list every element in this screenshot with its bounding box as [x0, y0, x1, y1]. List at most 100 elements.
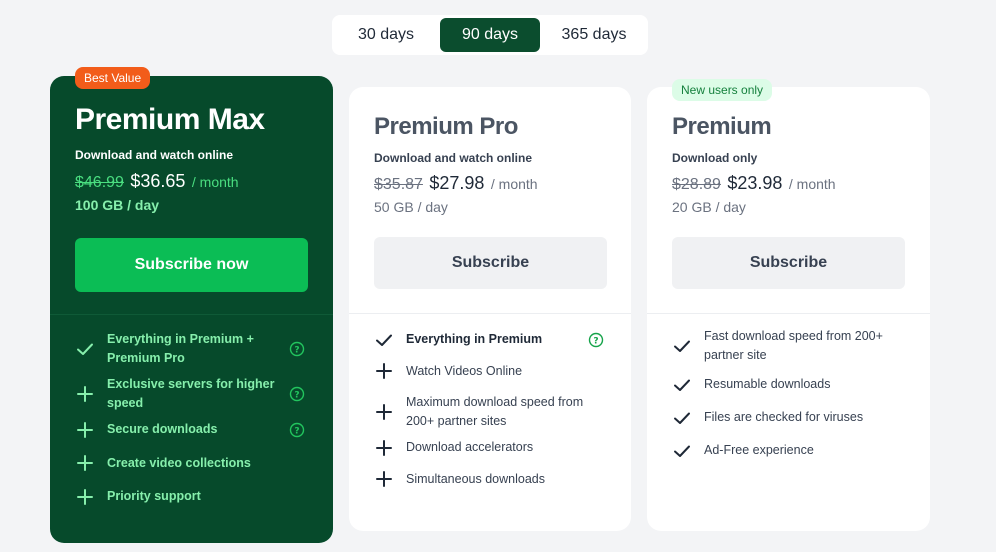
feature-label-line: Premium Pro: [107, 351, 185, 365]
check-icon: [374, 330, 394, 350]
plan-subtitle: Download and watch online: [374, 151, 533, 165]
plus-icon: [374, 402, 394, 422]
plan-title: Premium Pro: [374, 113, 518, 140]
period-option-90-days[interactable]: 90 days: [440, 18, 540, 52]
feature-label: Download accelerators: [406, 438, 533, 457]
help-icon[interactable]: ?: [289, 341, 305, 357]
feature-label: Ad-Free experience: [704, 441, 814, 460]
old-price: $28.89: [672, 176, 721, 193]
plan-title: Premium: [672, 113, 772, 140]
plan-card-premium: New users only Premium Download only $28…: [647, 79, 930, 531]
current-price: $36.65: [130, 171, 186, 191]
feature-label: Exclusive servers for higher speed: [107, 375, 274, 413]
feature-label: Resumable downloads: [704, 375, 830, 394]
feature-item: Ad-Free experience: [672, 441, 908, 460]
feature-label: Fast download speed from 200+ partner sit…: [704, 327, 883, 365]
plus-icon: [75, 453, 95, 473]
plan-card-premium-pro: Premium Pro Download and watch online $3…: [349, 87, 631, 531]
feature-label: Simultaneous downloads: [406, 470, 545, 489]
feature-item: Everything in Premium?: [374, 330, 610, 349]
feature-label-line: partner site: [704, 348, 767, 362]
plan-title: Premium Max: [75, 103, 265, 136]
plus-icon: [374, 361, 394, 381]
billing-period-toggle: 30 days 90 days 365 days: [332, 15, 648, 55]
feature-label-line: Ad-Free experience: [704, 443, 814, 457]
feature-label-line: Files are checked for viruses: [704, 410, 864, 424]
plan-quota: 20 GB / day: [672, 199, 746, 215]
plan-subtitle: Download and watch online: [75, 148, 234, 162]
old-price: $35.87: [374, 176, 423, 193]
feature-item: Resumable downloads: [672, 375, 908, 394]
feature-label-line: Fast download speed from 200+: [704, 329, 883, 343]
feature-item: Create video collections: [75, 454, 311, 473]
plan-subtitle: Download only: [672, 151, 758, 165]
feature-label: Everything in Premium + Premium Pro: [107, 330, 254, 368]
price-period: / month: [788, 176, 836, 192]
feature-label-line: Maximum download speed from: [406, 395, 584, 409]
feature-label-line: Everything in Premium: [406, 332, 543, 346]
svg-text:?: ?: [294, 390, 299, 400]
plus-icon: [374, 438, 394, 458]
feature-label-line: Everything in Premium +: [107, 332, 254, 346]
subscribe-button[interactable]: Subscribe: [374, 237, 607, 289]
period-option-30-days[interactable]: 30 days: [340, 18, 432, 52]
old-price: $46.99: [75, 174, 124, 191]
plus-icon: [374, 469, 394, 489]
feature-label: Maximum download speed from 200+ partner …: [406, 393, 583, 431]
feature-label-line: 200+ partner sites: [406, 414, 507, 428]
feature-item: Simultaneous downloads: [374, 470, 610, 489]
plus-icon: [75, 420, 95, 440]
subscribe-button[interactable]: Subscribe: [672, 237, 905, 289]
current-price: $27.98: [429, 173, 485, 193]
new-users-badge: New users only: [672, 79, 773, 101]
feature-item: Everything in Premium + Premium Pro?: [75, 330, 311, 368]
check-icon: [672, 375, 692, 395]
divider: [50, 314, 333, 315]
divider: [647, 313, 930, 314]
plan-price: $28.89 $23.98 / month: [672, 173, 836, 194]
check-icon: [672, 408, 692, 428]
feature-item: Maximum download speed from 200+ partner …: [374, 393, 610, 431]
feature-label-line: Resumable downloads: [704, 377, 831, 391]
feature-item: Watch Videos Online: [374, 362, 610, 381]
plan-quota: 50 GB / day: [374, 199, 448, 215]
subscribe-now-button[interactable]: Subscribe now: [75, 238, 308, 292]
feature-item: Priority support: [75, 487, 311, 506]
feature-label: Everything in Premium: [406, 330, 542, 349]
feature-label: Create video collections: [107, 454, 251, 473]
help-icon[interactable]: ?: [289, 386, 305, 402]
svg-text:?: ?: [294, 345, 299, 355]
plus-icon: [75, 384, 95, 404]
feature-item: Files are checked for viruses: [672, 408, 908, 427]
feature-label-line: Secure downloads: [107, 422, 218, 436]
plan-price: $46.99 $36.65 / month: [75, 171, 239, 192]
feature-label-line: Create video collections: [107, 455, 251, 470]
feature-label-line: speed: [107, 396, 144, 410]
check-icon: [672, 441, 692, 461]
feature-item: Exclusive servers for higher speed?: [75, 375, 311, 413]
price-period: / month: [490, 176, 538, 192]
plan-quota: 100 GB / day: [75, 197, 160, 213]
feature-label-line: Exclusive servers for higher: [107, 377, 275, 391]
plus-icon: [75, 487, 95, 507]
period-option-365-days[interactable]: 365 days: [546, 18, 642, 52]
plan-card-premium-max: Best Value Premium Max Download and watc…: [50, 67, 333, 543]
best-value-badge: Best Value: [75, 67, 151, 89]
check-icon: [75, 339, 95, 359]
help-icon[interactable]: ?: [289, 422, 305, 438]
check-icon: [672, 336, 692, 356]
feature-item: Download accelerators: [374, 438, 610, 457]
svg-text:?: ?: [593, 336, 598, 346]
feature-label-line: Download accelerators: [406, 440, 534, 454]
feature-label: Watch Videos Online: [406, 362, 522, 381]
feature-label: Secure downloads: [107, 420, 217, 439]
feature-item: Secure downloads?: [75, 420, 311, 439]
feature-label: Priority support: [107, 487, 201, 506]
current-price: $23.98: [727, 173, 783, 193]
feature-label-line: Simultaneous downloads: [406, 471, 545, 486]
help-icon[interactable]: ?: [588, 332, 604, 348]
feature-item: Fast download speed from 200+ partner sit…: [672, 327, 908, 365]
feature-label-line: Watch Videos Online: [406, 363, 523, 378]
price-period: / month: [191, 174, 239, 190]
feature-label: Files are checked for viruses: [704, 408, 863, 427]
